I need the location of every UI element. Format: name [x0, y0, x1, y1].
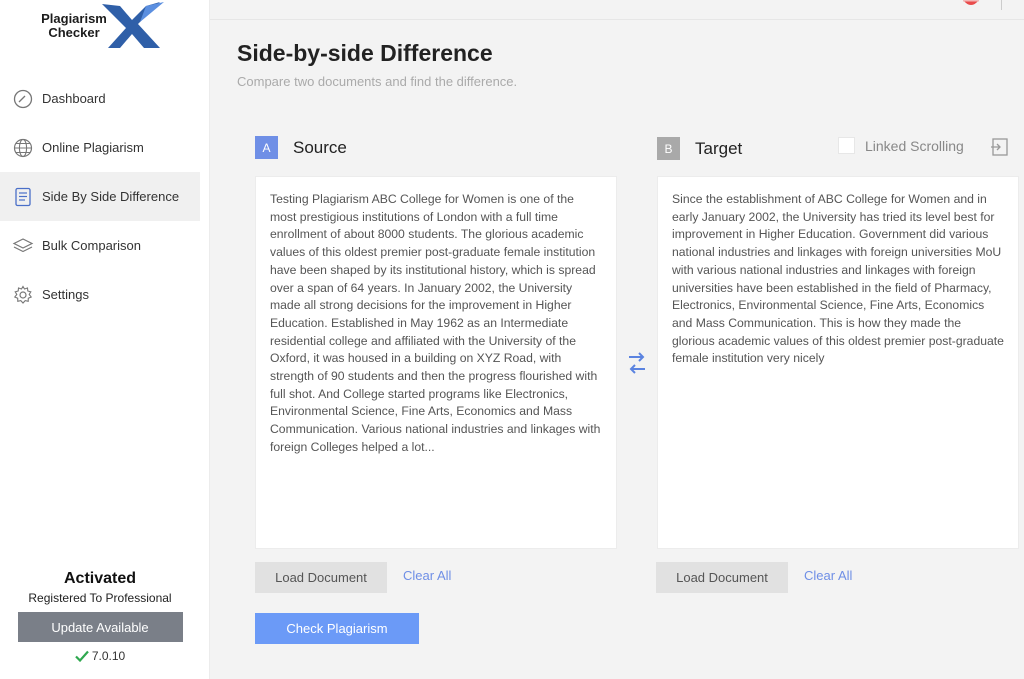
- linked-scrolling-label: Linked Scrolling: [865, 137, 964, 154]
- sidebar-item-settings[interactable]: Settings: [0, 270, 200, 319]
- layers-icon: [12, 235, 34, 257]
- top-bar: [210, 0, 1024, 20]
- source-header: A Source: [255, 136, 347, 159]
- globe-icon: [12, 137, 34, 159]
- logo-line2: Checker: [48, 25, 100, 40]
- logo-text: Plagiarism Checker: [30, 12, 118, 40]
- sidebar-item-label: Side By Side Difference: [42, 189, 180, 204]
- license-panel: Activated Registered To Professional Upd…: [0, 570, 200, 663]
- source-load-document-button[interactable]: Load Document: [255, 562, 387, 593]
- version-number: 7.0.10: [91, 649, 126, 663]
- swap-arrows-icon[interactable]: [627, 349, 647, 377]
- check-plagiarism-button[interactable]: Check Plagiarism: [255, 613, 419, 644]
- source-label: Source: [293, 137, 347, 157]
- checkmark-icon: [75, 650, 89, 662]
- page-title: Side-by-side Difference: [237, 40, 493, 66]
- document-icon: [12, 186, 34, 208]
- page-subtitle: Compare two documents and find the diffe…: [237, 74, 518, 89]
- gauge-icon: [12, 88, 34, 110]
- target-label: Target: [695, 138, 743, 158]
- logo-line1: Plagiarism: [41, 11, 107, 26]
- sidebar-item-side-by-side[interactable]: Side By Side Difference: [0, 172, 200, 221]
- version-info: 7.0.10: [0, 649, 200, 663]
- sidebar-item-label: Bulk Comparison: [42, 238, 141, 253]
- app-logo: Plagiarism Checker: [30, 2, 170, 52]
- sidebar-nav: Dashboard Online Plagiarism Side By Side…: [0, 74, 210, 319]
- sidebar-item-label: Dashboard: [42, 91, 106, 106]
- source-badge: A: [255, 136, 278, 159]
- target-clear-all-link[interactable]: Clear All: [804, 568, 852, 583]
- sidebar-item-label: Online Plagiarism: [42, 140, 144, 155]
- sidebar-item-label: Settings: [42, 287, 89, 302]
- gear-icon: [12, 284, 34, 306]
- sidebar-item-bulk-comparison[interactable]: Bulk Comparison: [0, 221, 200, 270]
- linked-scrolling-checkbox[interactable]: [838, 137, 855, 154]
- sidebar-item-online-plagiarism[interactable]: Online Plagiarism: [0, 123, 200, 172]
- linked-scrolling-toggle[interactable]: Linked Scrolling: [838, 137, 964, 154]
- source-textarea[interactable]: Testing Plagiarism ABC College for Women…: [255, 176, 617, 549]
- top-divider: [1001, 0, 1002, 10]
- sidebar: Plagiarism Checker Dashboard Online Plag…: [0, 0, 210, 679]
- flag-icon[interactable]: [962, 0, 980, 8]
- target-load-document-button[interactable]: Load Document: [656, 562, 788, 593]
- source-clear-all-link[interactable]: Clear All: [403, 568, 451, 583]
- registered-to: Registered To Professional: [28, 591, 172, 605]
- target-header: B Target: [657, 137, 742, 160]
- export-icon[interactable]: [990, 137, 1010, 157]
- activation-status: Activated: [63, 570, 137, 587]
- target-textarea[interactable]: Since the establishment of ABC College f…: [657, 176, 1019, 549]
- target-badge: B: [657, 137, 680, 160]
- sidebar-item-dashboard[interactable]: Dashboard: [0, 74, 200, 123]
- update-available-button[interactable]: Update Available: [17, 612, 183, 642]
